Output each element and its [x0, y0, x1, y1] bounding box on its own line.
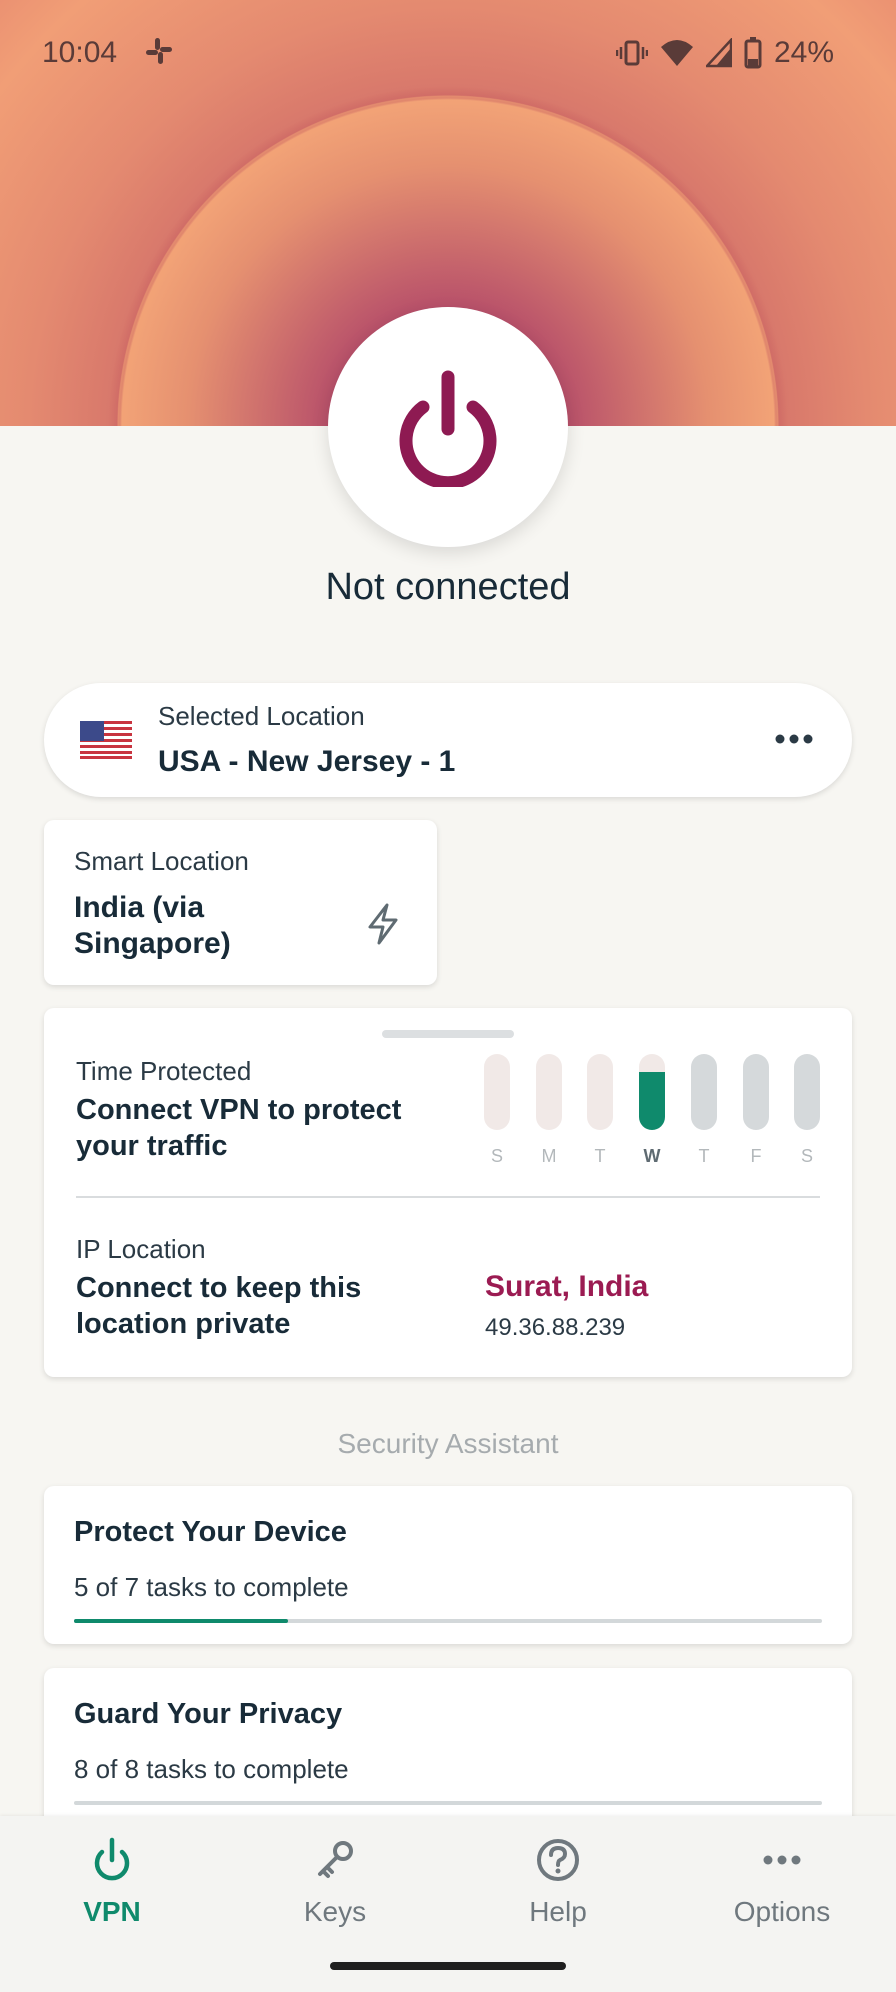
- connection-status: Not connected: [325, 566, 571, 608]
- day-label: S: [490, 1146, 503, 1166]
- divider: [76, 1196, 820, 1198]
- task-progress-track: [74, 1801, 822, 1805]
- day-bar: [691, 1054, 717, 1130]
- nav-label-vpn: VPN: [83, 1896, 141, 1927]
- ip-location-label: IP Location: [76, 1234, 206, 1264]
- day-bar: [536, 1054, 562, 1130]
- day-column: F: [743, 1054, 769, 1174]
- time-protected-value: Connect VPN to protect your traffic: [76, 1094, 402, 1162]
- stats-card: Time Protected Connect VPN to protect yo…: [44, 1008, 852, 1377]
- battery-percent: 24%: [773, 36, 834, 69]
- selected-location-card[interactable]: Selected Location USA - New Jersey - 1: [44, 683, 852, 797]
- vibrate-icon: [615, 40, 648, 66]
- day-bar: [794, 1054, 820, 1130]
- power-icon: [399, 370, 497, 487]
- task-title: Protect Your Device: [74, 1516, 347, 1548]
- day-column: M: [536, 1054, 562, 1174]
- more-options-icon[interactable]: [772, 723, 816, 755]
- smart-location-card[interactable]: Smart Location India (via Singapore): [44, 820, 437, 985]
- ip-location-value: Connect to keep this location private: [76, 1272, 362, 1340]
- more-icon: [763, 1855, 801, 1865]
- day-column: T: [691, 1054, 717, 1174]
- slack-icon: [146, 38, 172, 64]
- day-column: S: [794, 1054, 820, 1174]
- nav-label-options: Options: [733, 1896, 831, 1927]
- help-icon: [537, 1839, 579, 1881]
- nav-item-keys[interactable]: Keys: [245, 1836, 425, 1946]
- day-label: M: [541, 1146, 557, 1166]
- selected-location-label: Selected Location: [158, 701, 365, 731]
- nav-item-vpn[interactable]: VPN: [22, 1836, 202, 1946]
- nav-item-help[interactable]: Help: [468, 1836, 648, 1946]
- smart-location-value: India (via Singapore): [74, 891, 231, 960]
- day-label: F: [750, 1146, 762, 1166]
- day-column: W: [639, 1054, 665, 1174]
- signal-icon: [705, 38, 732, 68]
- task-card-protect-device[interactable]: Protect Your Device 5 of 7 tasks to comp…: [44, 1486, 852, 1644]
- day-label: W: [643, 1146, 661, 1166]
- security-assistant-heading: Security Assistant: [337, 1428, 559, 1459]
- task-title: Guard Your Privacy: [74, 1698, 343, 1730]
- battery-icon: [744, 37, 762, 69]
- nav-label-keys: Keys: [303, 1896, 367, 1927]
- day-bar: [484, 1054, 510, 1130]
- nav-item-options[interactable]: Options: [692, 1836, 872, 1946]
- nav-label-help: Help: [529, 1896, 587, 1927]
- connect-power-button[interactable]: [328, 307, 568, 547]
- task-card-guard-privacy[interactable]: Guard Your Privacy 8 of 8 tasks to compl…: [44, 1668, 852, 1826]
- day-label: T: [698, 1146, 710, 1166]
- lightning-icon: [368, 903, 398, 945]
- task-subtitle: 8 of 8 tasks to complete: [74, 1754, 349, 1784]
- power-icon: [94, 1837, 130, 1881]
- task-progress-fill: [74, 1619, 288, 1623]
- week-chart: SMTWTFS: [484, 1054, 824, 1174]
- drag-handle[interactable]: [382, 1030, 514, 1038]
- selected-location-value: USA - New Jersey - 1: [158, 745, 456, 778]
- ip-address: 49.36.88.239: [485, 1314, 626, 1341]
- day-label: S: [800, 1146, 813, 1166]
- day-bar: [587, 1054, 613, 1130]
- smart-location-label: Smart Location: [74, 846, 249, 876]
- day-label: T: [594, 1146, 606, 1166]
- status-time: 10:04: [42, 36, 118, 69]
- ip-city: Surat, India: [485, 1270, 649, 1303]
- status-icons: 24%: [615, 36, 834, 70]
- key-icon: [318, 1841, 353, 1878]
- task-subtitle: 5 of 7 tasks to complete: [74, 1572, 349, 1602]
- us-flag-icon: [80, 721, 132, 759]
- status-bar: 10:04 24%: [0, 28, 896, 78]
- day-column: S: [484, 1054, 510, 1174]
- home-indicator: [330, 1962, 566, 1970]
- day-bar: [639, 1054, 665, 1130]
- time-protected-label: Time Protected: [76, 1056, 252, 1086]
- day-column: T: [587, 1054, 613, 1174]
- task-progress-track: [74, 1619, 822, 1623]
- day-bar: [743, 1054, 769, 1130]
- wifi-icon: [660, 40, 693, 66]
